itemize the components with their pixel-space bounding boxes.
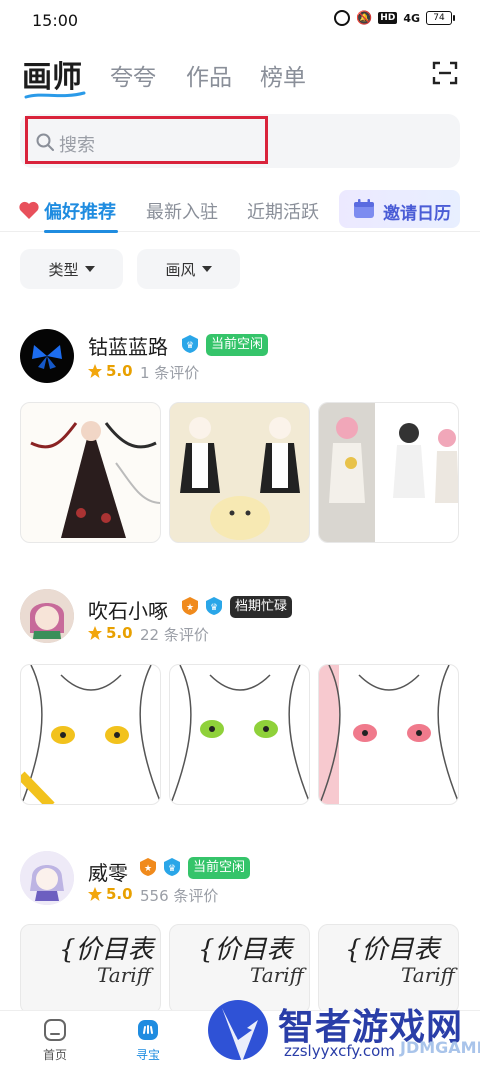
artwork-thumbnail[interactable] [20, 664, 161, 805]
top-tab-bar: 画师 夸夸 作品 榜单 [22, 52, 462, 102]
artwork-sketch-yellow-eyes-image [21, 665, 160, 804]
rating-value: 5.0 [106, 885, 133, 903]
artist-name: 钴蓝蓝路 [88, 335, 168, 359]
svg-text:★: ★ [144, 864, 152, 874]
verified-badge-icon: ♛ [206, 597, 222, 615]
artwork-thumbnail[interactable]: {价目表 Tariff [20, 924, 161, 1014]
filter-style-label: 画风 [165, 260, 196, 279]
home-icon [44, 1019, 66, 1041]
artwork-thumbnail[interactable] [318, 664, 459, 805]
nav-item-home[interactable]: 首页 [25, 1017, 85, 1063]
battery-icon: 74 [426, 11, 455, 25]
status-badge: 档期忙碌 [230, 596, 293, 618]
svg-text:♛: ♛ [168, 864, 176, 874]
search-icon [36, 133, 54, 151]
artwork-thumbnail[interactable] [318, 402, 459, 543]
calendar-icon [354, 199, 374, 218]
artwork-pink-hair-image [319, 403, 458, 542]
artwork-gothic-image [30, 421, 160, 538]
avatar-girl-image [20, 589, 74, 643]
review-count: 556 条评价 [140, 887, 219, 905]
artwork-maid-image [170, 403, 309, 542]
hot-badge-icon: ★ [140, 858, 156, 876]
tariff-subtitle: Tariff [97, 963, 151, 987]
site-watermark: 智者游戏网 zzslyyxcfy.com JDMGAME [200, 996, 480, 1067]
tariff-subtitle: Tariff [250, 963, 304, 987]
invite-calendar-label: 邀请日历 [383, 204, 451, 224]
nav-item-treasure[interactable]: 寻宝 [118, 1017, 178, 1063]
star-icon [88, 626, 102, 640]
filter-style[interactable]: 画风 [137, 249, 240, 289]
status-bar: 15:00 🔕 HD 4G 74 [0, 0, 480, 40]
artist-avatar[interactable] [20, 851, 74, 905]
brush-underline-icon [24, 91, 86, 99]
star-icon [88, 364, 102, 378]
star-icon [88, 887, 102, 901]
invite-calendar-button[interactable]: 邀请日历 [339, 190, 460, 228]
artist-avatar[interactable] [20, 329, 74, 383]
tab-recommended[interactable]: 偏好推荐 [44, 198, 116, 224]
svg-text:♛: ♛ [186, 341, 194, 351]
caret-down-icon [201, 266, 212, 272]
svg-text:♛: ♛ [210, 603, 218, 613]
mute-icon: 🔕 [356, 10, 373, 26]
artwork-thumbnail[interactable] [169, 664, 310, 805]
verified-badge-icon: ♛ [164, 858, 180, 876]
artist-card[interactable]: 威零 ★ ♛ 当前空闲 5.0 556 条评价 {价目表 Tariff {价目表… [0, 851, 480, 1014]
review-count: 22 条评价 [140, 626, 209, 644]
tab-ranking[interactable]: 榜单 [260, 58, 306, 92]
signal-label: 4G [403, 11, 420, 25]
treasure-icon [138, 1020, 158, 1040]
sub-tab-bar: 偏好推荐 最新入驻 近期活跃 邀请日历 [0, 186, 480, 233]
verified-badge-icon: ♛ [182, 335, 198, 353]
avatar-chibi-image [20, 851, 74, 905]
svg-text:★: ★ [186, 603, 194, 613]
alarm-icon [334, 10, 351, 26]
artist-name: 威零 [88, 861, 128, 885]
tab-works[interactable]: 作品 [186, 58, 232, 92]
heart-icon [19, 201, 39, 219]
review-count: 1 条评价 [140, 364, 200, 382]
status-icons: 🔕 HD 4G 74 [334, 10, 455, 26]
watermark-url: zzslyyxcfy.com [284, 1042, 395, 1060]
status-badge: 当前空闲 [188, 857, 251, 879]
artwork-thumbnail[interactable] [169, 402, 310, 543]
active-tab-indicator [44, 230, 118, 233]
filter-type-label: 类型 [48, 260, 79, 279]
artist-card[interactable]: 吹石小啄 ★ ♛ 档期忙碌 5.0 22 条评价 [0, 589, 480, 809]
artwork-sketch-pink-eyes-image [319, 665, 458, 804]
artist-avatar[interactable] [20, 589, 74, 643]
tariff-title: {价目表 [198, 935, 293, 965]
nav-label-home: 首页 [42, 1048, 67, 1062]
tariff-title: {价目表 [345, 935, 440, 965]
filter-type[interactable]: 类型 [20, 249, 123, 289]
rating-value: 5.0 [106, 624, 133, 642]
caret-down-icon [84, 266, 95, 272]
tab-recently-active[interactable]: 近期活跃 [247, 198, 319, 224]
tab-newest[interactable]: 最新入驻 [146, 198, 218, 224]
hot-badge-icon: ★ [182, 597, 198, 615]
tariff-title: {价目表 [59, 935, 154, 965]
rating-value: 5.0 [106, 362, 133, 380]
artist-card[interactable]: 钴蓝蓝路 ♛ 当前空闲 5.0 1 条评价 [0, 325, 480, 545]
nav-label-treasure: 寻宝 [135, 1048, 160, 1062]
status-badge: 当前空闲 [206, 334, 269, 356]
scan-icon[interactable] [432, 60, 458, 86]
tab-praise[interactable]: 夸夸 [110, 58, 156, 92]
artwork-sketch-green-eyes-image [170, 665, 309, 804]
watermark-logo-icon [208, 1000, 268, 1062]
butterfly-icon [32, 345, 62, 369]
artwork-thumbnail[interactable] [20, 402, 161, 543]
status-time: 15:00 [32, 11, 79, 30]
search-placeholder: 搜索 [59, 135, 95, 156]
tariff-subtitle: Tariff [401, 963, 455, 987]
artist-name: 吹石小啄 [88, 599, 168, 623]
hd-icon: HD [378, 12, 398, 24]
watermark-brand: JDMGAME [400, 1038, 480, 1057]
